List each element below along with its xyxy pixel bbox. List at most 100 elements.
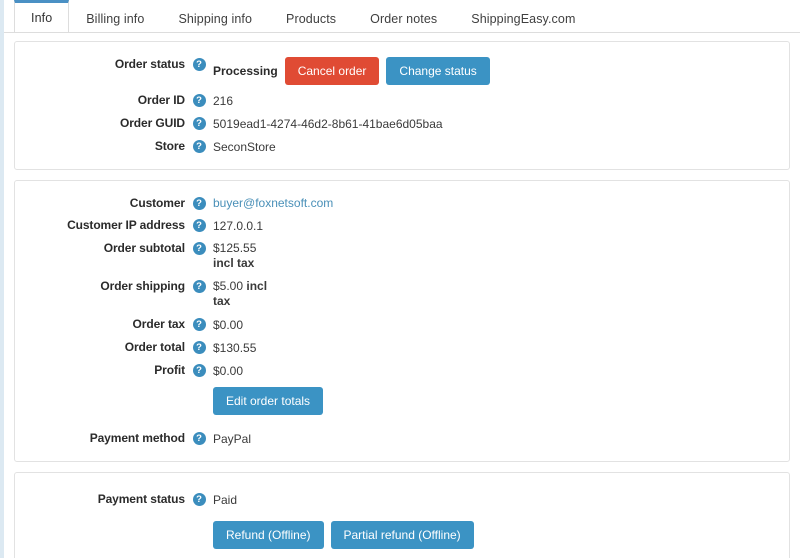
order-total-value-cell: $130.55: [213, 338, 789, 355]
help-icon[interactable]: ?: [192, 280, 206, 293]
order-shipping-value-cell: $5.00 incl tax: [213, 277, 789, 309]
panels-container: Order status ? Processing Cancel order C…: [4, 33, 800, 558]
help-icon[interactable]: ?: [192, 117, 206, 130]
store-value: SeconStore: [213, 140, 276, 154]
tab-order-notes-label: Order notes: [370, 11, 438, 26]
profit-row: Profit ? $0.00: [15, 358, 789, 381]
order-shipping-value: $5.00: [213, 279, 244, 293]
profit-help[interactable]: ?: [185, 361, 213, 377]
profit-value: $0.00: [213, 364, 244, 378]
order-details-page: Info Billing info Shipping info Products…: [4, 0, 800, 558]
order-total-row: Order total ? $130.55: [15, 335, 789, 358]
order-status-help[interactable]: ?: [185, 55, 213, 71]
order-subtotal-label: Order subtotal: [103, 241, 185, 255]
customer-row: Customer ? buyer@foxnetsoft.com: [15, 191, 789, 213]
refund-offline-button[interactable]: Refund (Offline): [213, 521, 324, 549]
customer-ip-help[interactable]: ?: [185, 216, 213, 232]
edit-order-totals-spacer: [15, 385, 185, 387]
refund-buttons-help-spacer: [185, 513, 213, 516]
tab-billing-info[interactable]: Billing info: [69, 2, 161, 34]
help-icon[interactable]: ?: [192, 341, 206, 354]
payment-method-value-cell: PayPal: [213, 429, 789, 446]
order-status-row: Order status ? Processing Cancel order C…: [15, 52, 789, 88]
order-total-help[interactable]: ?: [185, 338, 213, 354]
order-shipping-row: Order shipping ? $5.00 incl tax: [15, 274, 789, 312]
help-icon[interactable]: ?: [192, 58, 206, 71]
tab-info-label: Info: [31, 10, 53, 25]
help-icon[interactable]: ?: [192, 364, 206, 377]
order-shipping-help[interactable]: ?: [185, 277, 213, 293]
payment-status-row: Payment status ? Paid: [15, 487, 789, 510]
refund-buttons-row: Refund (Offline) Partial refund (Offline…: [15, 510, 789, 552]
order-guid-value-cell: 5019ead1-4274-46d2-8b61-41bae6d05baa: [213, 114, 789, 131]
order-guid-value: 5019ead1-4274-46d2-8b61-41bae6d05baa: [213, 117, 443, 131]
refund-buttons-cell: Refund (Offline) Partial refund (Offline…: [213, 513, 789, 549]
order-shipping-label: Order shipping: [100, 279, 185, 293]
order-tax-value: $0.00: [213, 318, 244, 332]
store-label: Store: [154, 139, 185, 153]
order-tax-label: Order tax: [132, 317, 186, 331]
order-tax-row: Order tax ? $0.00: [15, 312, 789, 335]
order-subtotal-help[interactable]: ?: [185, 239, 213, 255]
store-help[interactable]: ?: [185, 137, 213, 153]
payment-method-value: PayPal: [213, 432, 252, 446]
payment-status-label: Payment status: [97, 492, 185, 506]
order-id-help[interactable]: ?: [185, 91, 213, 107]
help-icon[interactable]: ?: [192, 242, 206, 255]
order-guid-label: Order GUID: [119, 116, 185, 130]
store-value-cell: SeconStore: [213, 137, 789, 154]
tab-products-label: Products: [286, 11, 337, 26]
tab-bar: Info Billing info Shipping info Products…: [4, 0, 800, 33]
customer-ip-value-cell: 127.0.0.1: [213, 216, 789, 233]
tab-billing-info-label: Billing info: [86, 11, 145, 26]
customer-email-link[interactable]: buyer@foxnetsoft.com: [213, 196, 333, 210]
change-status-button[interactable]: Change status: [386, 57, 490, 85]
customer-ip-label: Customer IP address: [67, 218, 185, 232]
order-tax-value-cell: $0.00: [213, 315, 789, 332]
payment-method-help[interactable]: ?: [185, 429, 213, 445]
help-icon[interactable]: ?: [192, 493, 206, 506]
tab-shipping-info[interactable]: Shipping info: [161, 2, 269, 34]
customer-ip-row: Customer IP address ? 127.0.0.1: [15, 213, 789, 236]
profit-value-cell: $0.00: [213, 361, 789, 378]
payment-status-value-cell: Paid: [213, 490, 789, 507]
payment-status-value: Paid: [213, 493, 238, 507]
help-icon[interactable]: ?: [192, 197, 206, 210]
order-identity-panel: Order status ? Processing Cancel order C…: [14, 41, 790, 170]
order-status-controls: Processing Cancel order Change status: [213, 57, 490, 85]
edit-order-totals-row: Edit order totals: [15, 381, 789, 417]
order-id-value: 216: [213, 94, 234, 108]
help-icon[interactable]: ?: [192, 219, 206, 232]
partial-refund-offline-button[interactable]: Partial refund (Offline): [330, 521, 474, 549]
tab-shippingeasy[interactable]: ShippingEasy.com: [454, 2, 592, 34]
payment-status-panel: Payment status ? Paid Refund (Offline) P…: [14, 472, 790, 558]
store-row: Store ? SeconStore: [15, 134, 789, 157]
edit-order-totals-button[interactable]: Edit order totals: [213, 387, 324, 415]
help-icon[interactable]: ?: [192, 432, 206, 445]
help-icon[interactable]: ?: [192, 94, 206, 107]
customer-label: Customer: [129, 196, 185, 210]
edit-order-totals-cell: Edit order totals: [213, 385, 789, 415]
tab-products[interactable]: Products: [269, 2, 353, 34]
payment-status-help[interactable]: ?: [185, 490, 213, 506]
cancel-order-button[interactable]: Cancel order: [284, 57, 380, 85]
order-subtotal-value: $125.55: [213, 241, 257, 255]
order-guid-help[interactable]: ?: [185, 114, 213, 130]
customer-help[interactable]: ?: [185, 194, 213, 210]
order-tax-help[interactable]: ?: [185, 315, 213, 331]
help-icon[interactable]: ?: [192, 140, 206, 153]
order-status-label: Order status: [114, 57, 185, 71]
payment-method-label: Payment method: [89, 431, 185, 445]
tab-info[interactable]: Info: [14, 0, 70, 32]
order-totals-panel: Customer ? buyer@foxnetsoft.com Customer…: [14, 180, 790, 462]
help-icon[interactable]: ?: [192, 318, 206, 331]
order-total-value: $130.55: [213, 341, 257, 355]
profit-label: Profit: [154, 363, 185, 377]
tab-order-notes[interactable]: Order notes: [353, 2, 454, 34]
customer-value-cell: buyer@foxnetsoft.com: [213, 194, 789, 210]
refund-button-group: Refund (Offline) Partial refund (Offline…: [213, 515, 474, 549]
customer-ip-value: 127.0.0.1: [213, 219, 264, 233]
refund-buttons-spacer: [15, 513, 185, 515]
order-total-label: Order total: [124, 340, 185, 354]
payment-method-row: Payment method ? PayPal: [15, 417, 789, 449]
